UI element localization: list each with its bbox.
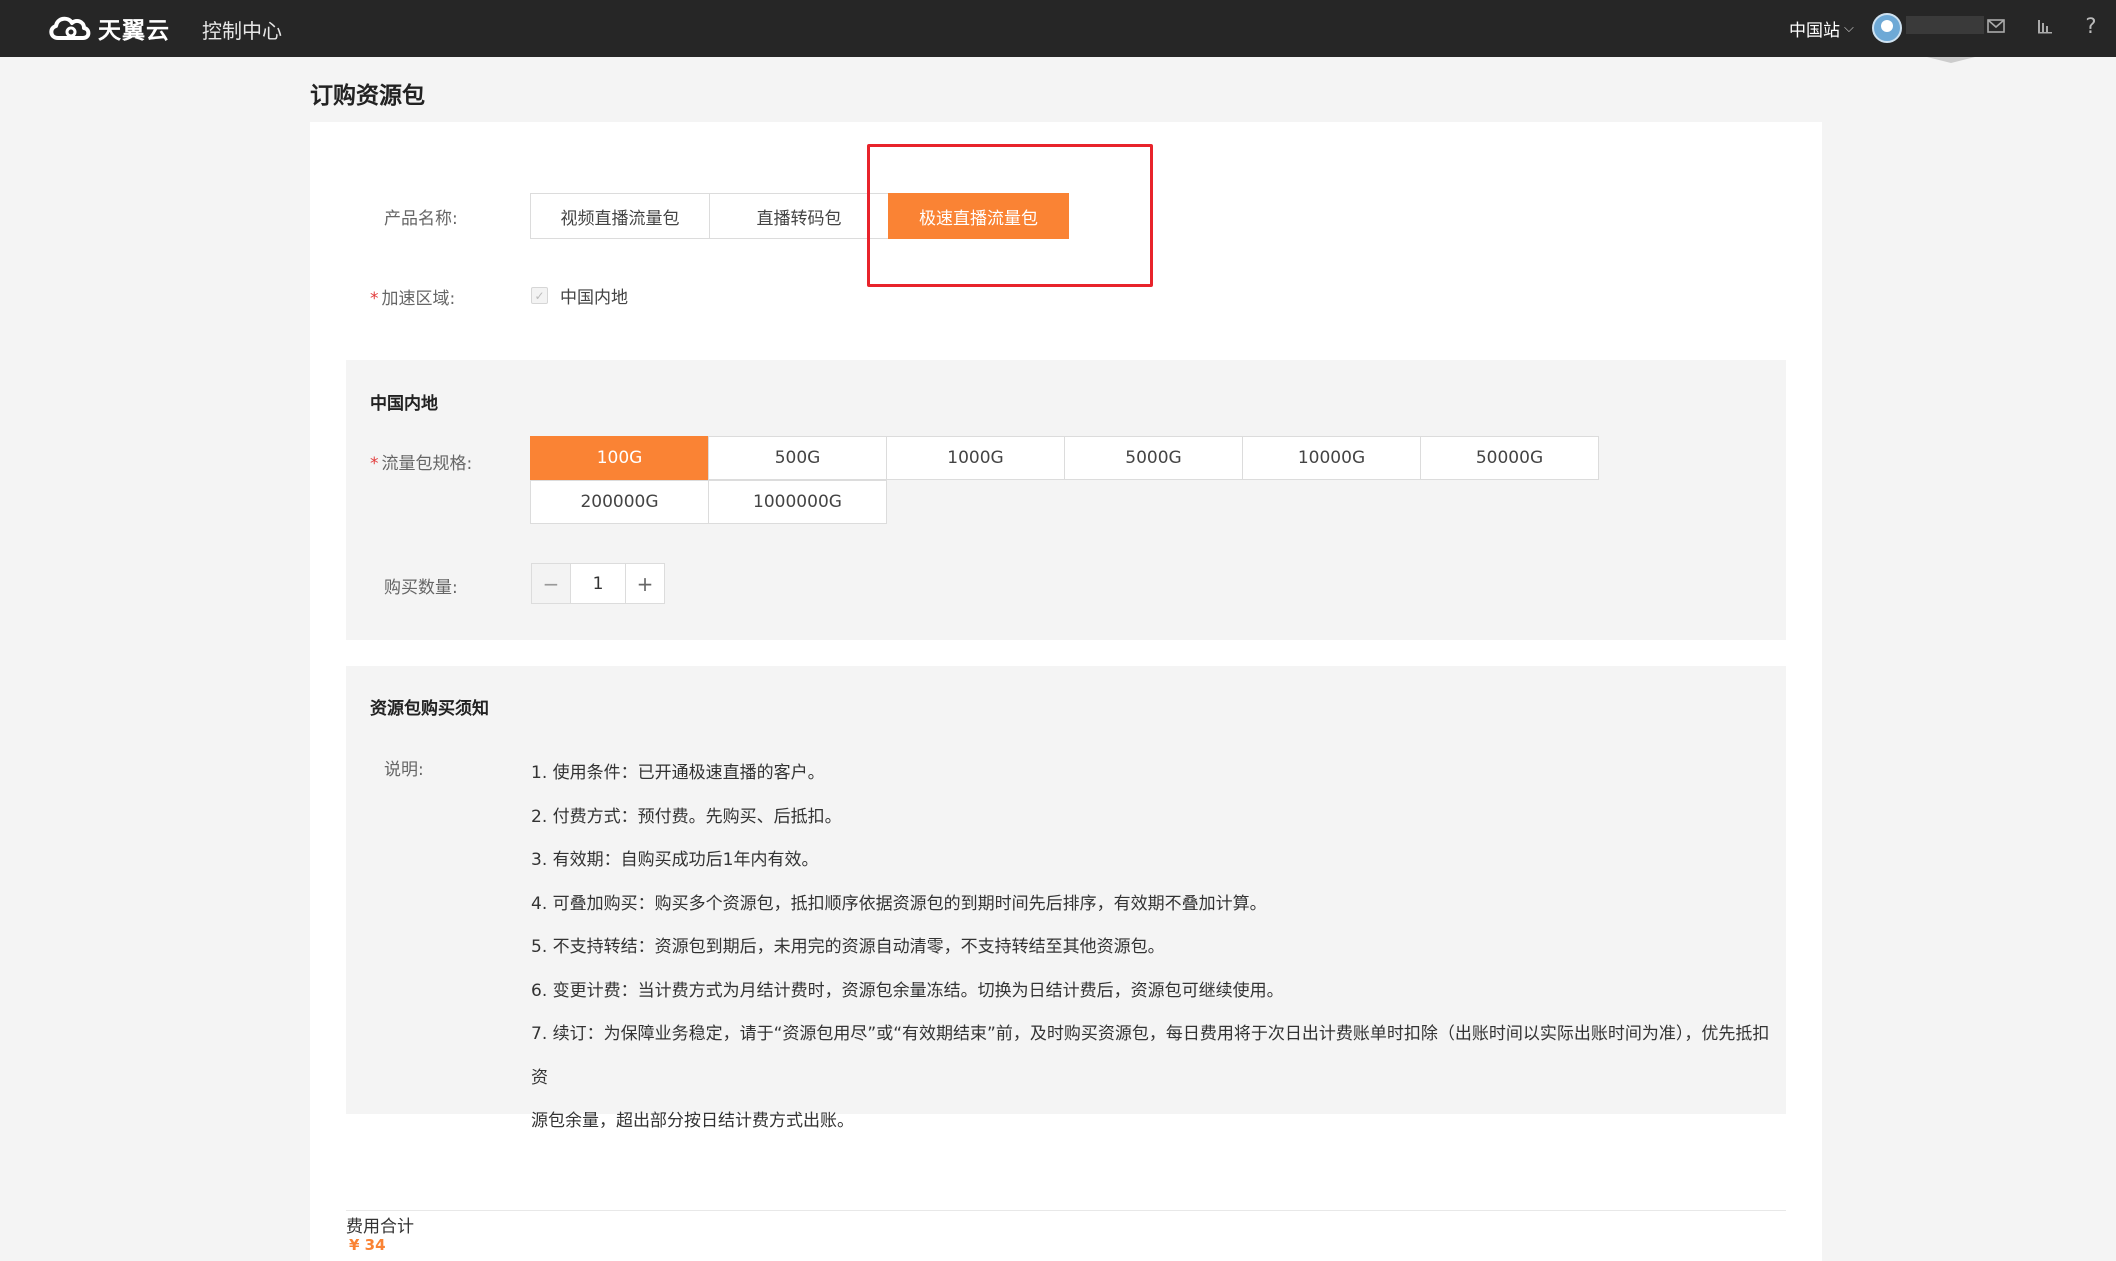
cloud-logo-icon — [49, 16, 91, 40]
spec-option-10000g[interactable]: 10000G — [1242, 436, 1421, 480]
notice-panel-title: 资源包购买须知 — [370, 699, 489, 719]
notice-item-continued: 源包余量，超出部分按日结计费方式出账。 — [531, 1111, 854, 1131]
spec-option-200000g[interactable]: 200000G — [530, 480, 709, 524]
footer-divider — [346, 1210, 1786, 1211]
avatar[interactable] — [1872, 13, 1902, 43]
product-label: 产品名称: — [384, 209, 458, 229]
total-price: ¥ 34 — [349, 1236, 386, 1254]
required-mark: * — [370, 289, 379, 309]
spec-row-2: 200000G 1000000G — [530, 480, 1605, 525]
spec-row-1: 100G 500G 1000G 5000G 10000G 50000G — [530, 436, 1605, 481]
tab-video-live-traffic[interactable]: 视频直播流量包 — [530, 193, 710, 239]
quantity-input[interactable]: 1 — [571, 563, 625, 604]
spec-option-1000g[interactable]: 1000G — [886, 436, 1065, 480]
required-mark: * — [370, 454, 379, 474]
notice-item: 3. 有效期：自购买成功后1年内有效。 — [531, 850, 819, 870]
notice-item: 4. 可叠加购买：购买多个资源包，抵扣顺序依据资源包的到期时间先后排序，有效期不… — [531, 893, 1267, 914]
chevron-down-icon: ⌵ — [1844, 21, 1854, 36]
spec-label: 流量包规格: — [381, 454, 473, 474]
console-link[interactable]: 控制中心 — [202, 15, 282, 44]
logo-text: 天翼云 — [98, 18, 170, 44]
region-label: 加速区域: — [381, 289, 456, 309]
top-navigation-bar: 天翼云 控制中心 中国站 ⌵ ? — [0, 0, 2116, 57]
notice-item: 1. 使用条件：已开通极速直播的客户。 — [531, 763, 825, 783]
spec-option-1000000g[interactable]: 1000000G — [708, 480, 887, 524]
site-selector[interactable]: 中国站 ⌵ — [1789, 16, 1854, 41]
region-label-wrap: * 加速区域: — [370, 284, 455, 309]
decrement-button[interactable]: − — [531, 563, 571, 604]
spec-option-100g[interactable]: 100G — [530, 436, 709, 480]
dropdown-caret — [1927, 57, 1975, 63]
quantity-label: 购买数量: — [384, 578, 458, 598]
notice-list: 1. 使用条件：已开通极速直播的客户。 2. 付费方式：预付费。先购买、后抵扣。… — [531, 752, 1771, 1144]
tab-live-transcode[interactable]: 直播转码包 — [709, 193, 889, 239]
region-checkbox-row[interactable]: ✓ 中国内地 — [531, 283, 628, 308]
region-checkbox[interactable]: ✓ — [531, 287, 548, 304]
spec-panel-title: 中国内地 — [370, 394, 438, 414]
highlight-annotation — [867, 144, 1153, 287]
notice-item: 6. 变更计费：当计费方式为月结计费时，资源包余量冻结。切换为日结计费后，资源包… — [531, 980, 1284, 1001]
mail-icon[interactable] — [1984, 14, 2008, 38]
description-label: 说明: — [384, 760, 424, 780]
notice-item: 2. 付费方式：预付费。先购买、后抵扣。 — [531, 806, 842, 827]
total-label: 费用合计 — [346, 1217, 414, 1237]
region-option-label: 中国内地 — [560, 288, 628, 308]
spec-option-50000g[interactable]: 50000G — [1420, 436, 1599, 480]
spec-grid: 100G 500G 1000G 5000G 10000G 50000G 2000… — [530, 436, 1605, 525]
notice-item: 5. 不支持转结：资源包到期后，未用完的资源自动清零，不支持转结至其他资源包。 — [531, 937, 1165, 957]
spec-option-5000g[interactable]: 5000G — [1064, 436, 1243, 480]
logo[interactable]: 天翼云 — [46, 12, 170, 44]
notice-item: 7. 续订：为保障业务稳定，请于“资源包用尽”或“有效期结束”前，及时购买资源包… — [531, 1024, 1770, 1088]
quantity-stepper: − 1 + — [531, 563, 665, 604]
help-icon[interactable]: ? — [2079, 14, 2103, 38]
site-label: 中国站 — [1789, 21, 1840, 41]
spec-option-500g[interactable]: 500G — [708, 436, 887, 480]
spec-label-wrap: * 流量包规格: — [370, 449, 472, 474]
increment-button[interactable]: + — [625, 563, 665, 604]
page-title: 订购资源包 — [310, 83, 425, 109]
username-redacted[interactable] — [1906, 16, 1984, 34]
chart-icon[interactable] — [2033, 14, 2057, 38]
